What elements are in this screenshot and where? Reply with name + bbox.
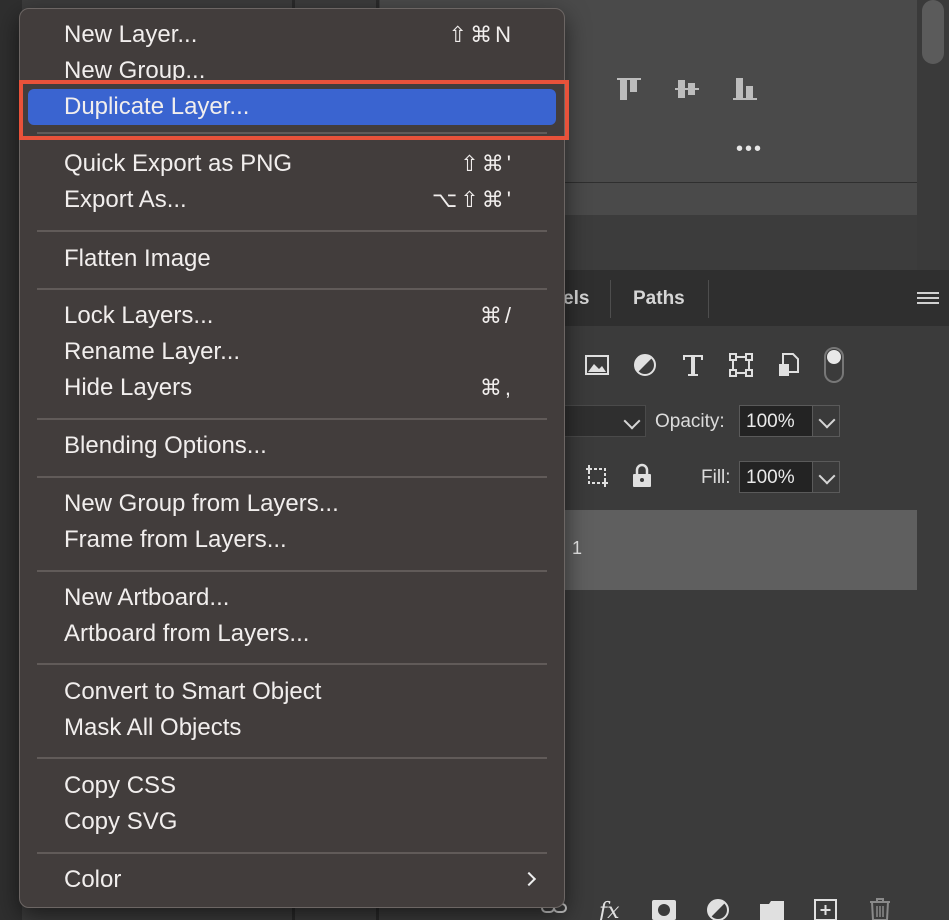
menu-item-label: Color	[64, 866, 122, 893]
align-top-icon[interactable]	[616, 76, 642, 102]
menu-item-copy-svg[interactable]: Copy SVG	[28, 804, 556, 840]
tab-paths[interactable]: Paths	[633, 270, 685, 326]
menu-item-label: Hide Layers	[64, 374, 193, 401]
menu-item-label: Mask All Objects	[64, 714, 242, 741]
align-vertical-center-icon[interactable]	[674, 76, 700, 102]
new-group-folder-icon[interactable]	[758, 896, 786, 920]
filter-pixel-layers-icon[interactable]	[584, 352, 610, 378]
menu-item-convert-smart-object[interactable]: Convert to Smart Object	[28, 674, 556, 710]
menu-item-label: Blending Options...	[64, 432, 267, 459]
menu-item-label: Quick Export as PNG	[64, 150, 293, 177]
fill-label: Fill:	[701, 467, 731, 488]
menu-item-label: Frame from Layers...	[64, 526, 287, 553]
menu-item-color[interactable]: Color	[28, 862, 556, 898]
tab-separator	[610, 280, 611, 318]
trash-icon[interactable]	[866, 896, 894, 920]
filter-type-layers-icon[interactable]	[680, 352, 706, 378]
menu-item-shortcut: ⌘/	[479, 303, 514, 328]
align-bottom-icon[interactable]	[732, 76, 758, 102]
filter-smart-objects-icon[interactable]	[776, 352, 802, 378]
tab-channels[interactable]: els	[563, 270, 589, 326]
menu-separator	[37, 757, 547, 759]
menu-item-shortcut: ⇧⌘'	[460, 151, 514, 176]
menu-separator	[37, 230, 547, 232]
menu-item-label: New Layer...	[64, 21, 198, 48]
panel-menu-icon[interactable]	[917, 292, 939, 307]
fill-input[interactable]: 100%	[739, 461, 813, 493]
lock-all-icon[interactable]	[629, 463, 655, 489]
menu-separator	[37, 852, 547, 854]
menu-separator	[37, 663, 547, 665]
menu-item-artboard-from-layers[interactable]: Artboard from Layers...	[28, 616, 556, 652]
menu-item-label: New Artboard...	[64, 584, 230, 611]
menu-item-flatten-image[interactable]: Flatten Image	[28, 241, 556, 277]
menu-item-shortcut: ⇧⌘N	[448, 22, 514, 47]
menu-item-blending-options[interactable]: Blending Options...	[28, 428, 556, 464]
filter-shape-layers-icon[interactable]	[728, 352, 754, 378]
menu-item-label: Artboard from Layers...	[64, 620, 310, 647]
opacity-dropdown[interactable]	[812, 405, 840, 437]
lock-artboard-icon[interactable]	[584, 463, 610, 489]
svg-text:fx: fx	[597, 899, 620, 920]
highlight-annotation-box	[19, 80, 569, 140]
filter-adjustment-layers-icon[interactable]	[632, 352, 658, 378]
menu-item-copy-css[interactable]: Copy CSS	[28, 768, 556, 804]
menu-item-label: Flatten Image	[64, 245, 211, 272]
menu-item-label: Copy SVG	[64, 808, 178, 835]
menu-item-frame-from-layers[interactable]: Frame from Layers...	[28, 522, 556, 558]
chevron-down-icon	[623, 412, 641, 430]
new-adjustment-layer-icon[interactable]	[704, 896, 732, 920]
fill-dropdown[interactable]	[812, 461, 840, 493]
menu-item-quick-export-png[interactable]: Quick Export as PNG ⇧⌘'	[28, 146, 556, 182]
chevron-right-icon	[521, 871, 537, 887]
blend-mode-select[interactable]	[560, 405, 646, 437]
menu-item-lock-layers[interactable]: Lock Layers... ⌘/	[28, 298, 556, 334]
layers-tab-bar: els Paths	[560, 270, 949, 327]
layer-row[interactable]	[560, 510, 917, 590]
menu-item-label: Rename Layer...	[64, 338, 241, 365]
menu-separator	[37, 476, 547, 478]
menu-item-new-artboard[interactable]: New Artboard...	[28, 580, 556, 616]
menu-item-label: Lock Layers...	[64, 302, 214, 329]
menu-item-label: Convert to Smart Object	[64, 678, 322, 705]
menu-item-export-as[interactable]: Export As... ⌥⇧⌘'	[28, 182, 556, 218]
fx-icon[interactable]: fx	[596, 896, 624, 920]
filter-toggle-switch[interactable]	[824, 347, 844, 383]
add-mask-icon[interactable]	[650, 896, 678, 920]
menu-item-mask-all-objects[interactable]: Mask All Objects	[28, 710, 556, 746]
menu-item-shortcut: ⌥⇧⌘'	[432, 187, 514, 212]
chevron-down-icon	[818, 411, 836, 429]
menu-item-label: New Group from Layers...	[64, 490, 339, 517]
menu-separator	[37, 288, 547, 290]
menu-item-new-layer[interactable]: New Layer... ⇧⌘N	[28, 17, 556, 53]
layer-name: 1	[572, 538, 583, 558]
menu-item-label: Export As...	[64, 186, 187, 213]
menu-item-rename-layer[interactable]: Rename Layer...	[28, 334, 556, 370]
opacity-input[interactable]: 100%	[739, 405, 813, 437]
new-layer-icon[interactable]	[812, 896, 840, 920]
menu-item-shortcut: ⌘,	[479, 375, 514, 400]
menu-item-hide-layers[interactable]: Hide Layers ⌘,	[28, 370, 556, 406]
chevron-down-icon	[818, 467, 836, 485]
menu-item-new-group-from-layers[interactable]: New Group from Layers...	[28, 486, 556, 522]
menu-separator	[37, 418, 547, 420]
layer-context-menu: New Layer... ⇧⌘N New Group... Duplicate …	[19, 8, 565, 908]
tab-separator	[708, 280, 709, 318]
scrollbar-thumb[interactable]	[922, 0, 944, 64]
menu-item-label: Copy CSS	[64, 772, 177, 799]
menu-separator	[37, 570, 547, 572]
more-options-icon[interactable]: •••	[736, 138, 763, 161]
opacity-label: Opacity:	[655, 411, 725, 432]
